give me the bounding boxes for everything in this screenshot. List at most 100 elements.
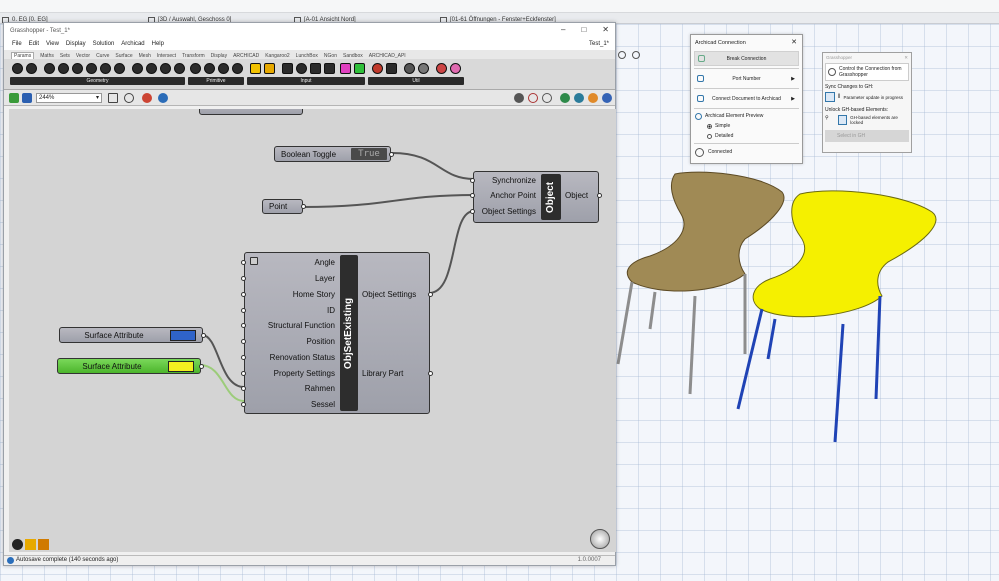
folder-icon[interactable] xyxy=(25,539,36,550)
surface-attribute-yellow[interactable]: Surface Attribute xyxy=(57,358,204,374)
geometry-param-icon[interactable] xyxy=(26,63,37,74)
menu-display[interactable]: Display xyxy=(66,41,86,47)
close-icon[interactable]: ✕ xyxy=(602,25,609,34)
util-param-icon[interactable] xyxy=(372,63,383,74)
input-port[interactable] xyxy=(470,178,475,183)
primitive-param-icon[interactable] xyxy=(204,63,215,74)
geometry-param-icon[interactable] xyxy=(146,63,157,74)
input-param-icon[interactable] xyxy=(354,63,365,74)
open-file-icon[interactable] xyxy=(9,93,19,103)
input-param-icon[interactable] xyxy=(324,63,335,74)
category-util[interactable]: Util xyxy=(368,77,464,85)
input-port[interactable] xyxy=(470,209,475,214)
input-param-icon[interactable] xyxy=(250,63,261,74)
boolean-toggle[interactable]: Boolean Toggle True xyxy=(274,146,394,162)
input-port[interactable] xyxy=(241,402,246,407)
navigation-icon[interactable] xyxy=(618,51,626,59)
primitive-param-icon[interactable] xyxy=(232,63,243,74)
input-param-icon[interactable] xyxy=(282,63,293,74)
toggle-value[interactable]: True xyxy=(351,148,387,160)
close-icon[interactable]: ✕ xyxy=(791,35,797,51)
display-mode-icon[interactable] xyxy=(514,93,524,103)
port-number-item[interactable]: Port Number ▶ xyxy=(694,71,799,86)
control-connection-box[interactable]: Control the Connection from Grasshopper xyxy=(825,63,909,81)
menu-edit[interactable]: Edit xyxy=(29,41,39,47)
menu-help[interactable]: Help xyxy=(152,41,164,47)
globe-icon[interactable] xyxy=(602,93,612,103)
input-port[interactable] xyxy=(241,386,246,391)
input-param-icon[interactable] xyxy=(264,63,275,74)
object-component[interactable]: Synchronize Anchor Point Object Settings… xyxy=(470,171,602,223)
menu-view[interactable]: View xyxy=(46,41,59,47)
disable-preview-icon[interactable] xyxy=(528,93,538,103)
input-param-icon[interactable] xyxy=(340,63,351,74)
util-param-icon[interactable] xyxy=(386,63,397,74)
geometry-param-icon[interactable] xyxy=(86,63,97,74)
util-param-icon[interactable] xyxy=(404,63,415,74)
pause-icon[interactable]: ‖ xyxy=(838,94,840,100)
minimize-icon[interactable]: – xyxy=(561,25,565,34)
input-port[interactable] xyxy=(241,323,246,328)
preview-simple-option[interactable]: Simple xyxy=(691,121,802,131)
zoom-field[interactable]: 244% ▾ xyxy=(36,93,102,103)
navigation-compass-icon[interactable] xyxy=(590,529,610,549)
break-connection-button[interactable]: Break Connection xyxy=(694,51,799,66)
radio-unselected[interactable] xyxy=(707,133,712,139)
output-port[interactable] xyxy=(389,152,394,157)
input-port[interactable] xyxy=(470,193,475,198)
category-primitive[interactable]: Primitive xyxy=(188,77,244,85)
primitive-param-icon[interactable] xyxy=(190,63,201,74)
geometry-param-icon[interactable] xyxy=(58,63,69,74)
color-swatch[interactable] xyxy=(168,361,194,372)
recompute-icon[interactable] xyxy=(574,93,584,103)
output-port[interactable] xyxy=(201,333,206,338)
clear-icon[interactable] xyxy=(12,539,23,550)
component-menu-icon[interactable] xyxy=(250,257,258,265)
geometry-param-icon[interactable] xyxy=(100,63,111,74)
geometry-param-icon[interactable] xyxy=(160,63,171,74)
category-input[interactable]: Input xyxy=(247,77,365,85)
preview-settings-icon[interactable] xyxy=(158,93,168,103)
input-port[interactable] xyxy=(241,339,246,344)
output-port[interactable] xyxy=(597,193,602,198)
bake-icon[interactable] xyxy=(588,93,598,103)
radio-selected[interactable] xyxy=(707,123,712,129)
wire-display-icon[interactable] xyxy=(542,93,552,103)
input-port[interactable] xyxy=(241,355,246,360)
menu-solution[interactable]: Solution xyxy=(93,41,115,47)
geometry-param-icon[interactable] xyxy=(44,63,55,74)
geometry-param-icon[interactable] xyxy=(12,63,23,74)
select-in-gh-button[interactable]: Select in GH xyxy=(825,130,909,142)
util-param-icon[interactable] xyxy=(436,63,447,74)
gh-doc-name[interactable]: Test_1* xyxy=(589,41,609,47)
output-port[interactable] xyxy=(301,204,306,209)
menu-file[interactable]: File xyxy=(12,41,22,47)
input-port[interactable] xyxy=(241,276,246,281)
connect-document-item[interactable]: Connect Document to Archicad ▶ xyxy=(694,91,799,106)
util-param-icon[interactable] xyxy=(450,63,461,74)
objsetexisting-component[interactable]: Angle Layer Home Story ID Structural Fun… xyxy=(241,252,433,414)
output-port[interactable] xyxy=(428,371,433,376)
lock-icon[interactable] xyxy=(837,115,848,125)
input-param-icon[interactable] xyxy=(310,63,321,74)
point-param[interactable]: Point xyxy=(262,199,306,214)
primitive-param-icon[interactable] xyxy=(218,63,229,74)
geometry-param-icon[interactable] xyxy=(174,63,185,74)
offscreen-component[interactable] xyxy=(199,109,303,115)
menu-archicad[interactable]: Archicad xyxy=(121,41,144,47)
preview-detailed-option[interactable]: Detailed xyxy=(691,131,802,141)
close-icon[interactable]: ✕ xyxy=(904,53,908,62)
input-port[interactable] xyxy=(241,260,246,265)
save-icon[interactable] xyxy=(22,93,32,103)
preview-eye-icon[interactable] xyxy=(124,93,134,103)
category-geometry[interactable]: Geometry xyxy=(10,77,185,85)
tab-params[interactable]: Params xyxy=(11,52,35,59)
sketch-icon[interactable] xyxy=(108,93,118,103)
input-port[interactable] xyxy=(241,292,246,297)
maximize-icon[interactable]: □ xyxy=(581,25,586,34)
color-swatch[interactable] xyxy=(170,330,196,341)
output-port[interactable] xyxy=(199,364,204,369)
unlock-icon[interactable]: ⚲ xyxy=(825,115,835,125)
util-param-icon[interactable] xyxy=(418,63,429,74)
input-port[interactable] xyxy=(241,308,246,313)
